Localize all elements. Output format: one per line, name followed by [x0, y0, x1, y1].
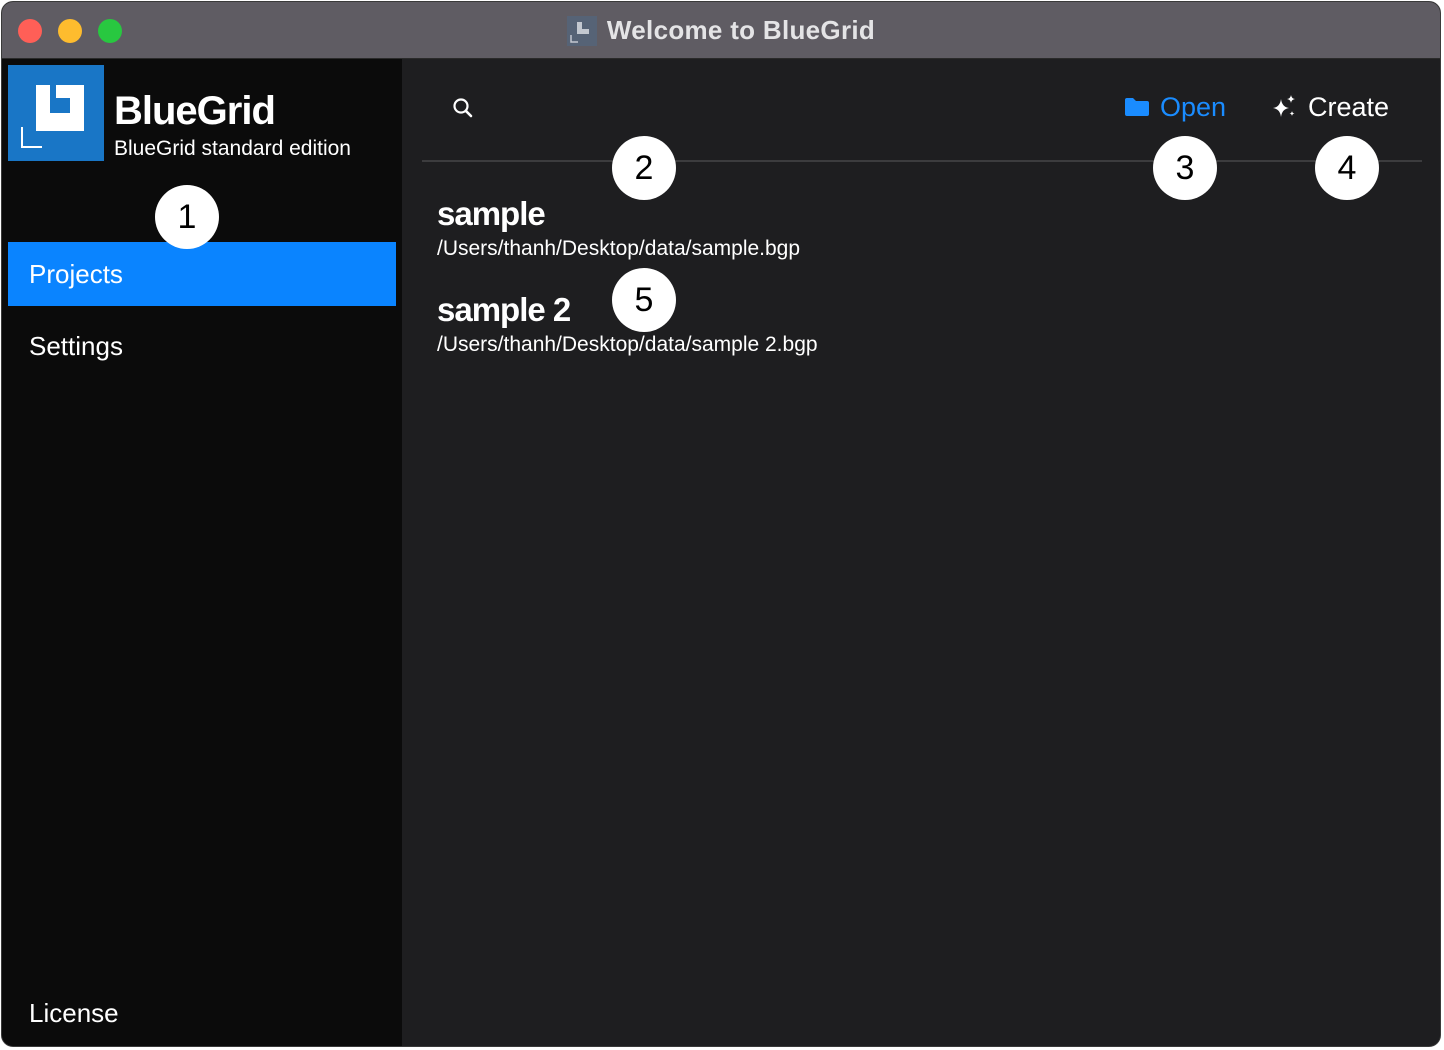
- project-list-item[interactable]: sample /Users/thanh/Desktop/data/sample.…: [437, 194, 1237, 262]
- title-wrap: Welcome to BlueGrid: [2, 2, 1440, 59]
- sidebar-item-settings[interactable]: Settings: [8, 314, 396, 378]
- sidebar-item-projects[interactable]: Projects: [8, 242, 396, 306]
- sparkles-icon: [1270, 93, 1298, 121]
- toolbar-divider: [422, 160, 1422, 162]
- search-icon: [453, 98, 473, 118]
- callout-marker: 4: [1315, 136, 1379, 200]
- window-title: Welcome to BlueGrid: [606, 15, 876, 45]
- project-path: /Users/thanh/Desktop/data/sample.bgp: [437, 237, 801, 260]
- sidebar-item-label: Settings: [29, 330, 123, 361]
- project-path: /Users/thanh/Desktop/data/sample 2.bgp: [437, 333, 818, 356]
- create-label: Create: [1308, 91, 1390, 122]
- sidebar-item-license[interactable]: License: [8, 981, 396, 1045]
- brand-subtitle: BlueGrid standard edition: [114, 137, 351, 160]
- bluegrid-logo-icon: [8, 65, 104, 161]
- callout-marker: 2: [612, 136, 676, 200]
- folder-icon: [1124, 96, 1150, 118]
- app-window: Welcome to BlueGrid BlueGrid BlueGrid st…: [1, 1, 1441, 1047]
- open-label: Open: [1160, 91, 1227, 122]
- callout-marker: 3: [1153, 136, 1217, 200]
- brand-name: BlueGrid: [114, 89, 276, 133]
- project-name: sample 2: [437, 291, 571, 328]
- sidebar-item-label: Projects: [29, 258, 123, 289]
- project-list-item[interactable]: sample 2 /Users/thanh/Desktop/data/sampl…: [437, 290, 1237, 358]
- project-name: sample: [437, 195, 546, 232]
- open-project-button[interactable]: Open: [1124, 87, 1226, 127]
- title-bar: Welcome to BlueGrid: [2, 2, 1440, 59]
- callout-marker: 1: [155, 185, 219, 249]
- main-panel: Open Create sample /Users/thanh/Desktop/…: [402, 59, 1440, 1046]
- brand-header: BlueGrid BlueGrid standard edition: [8, 65, 398, 161]
- app-title-icon: [566, 15, 597, 46]
- callout-marker: 5: [612, 268, 676, 332]
- create-project-button[interactable]: Create: [1270, 87, 1389, 127]
- search-button[interactable]: [448, 93, 478, 123]
- sidebar-item-label: License: [29, 997, 119, 1028]
